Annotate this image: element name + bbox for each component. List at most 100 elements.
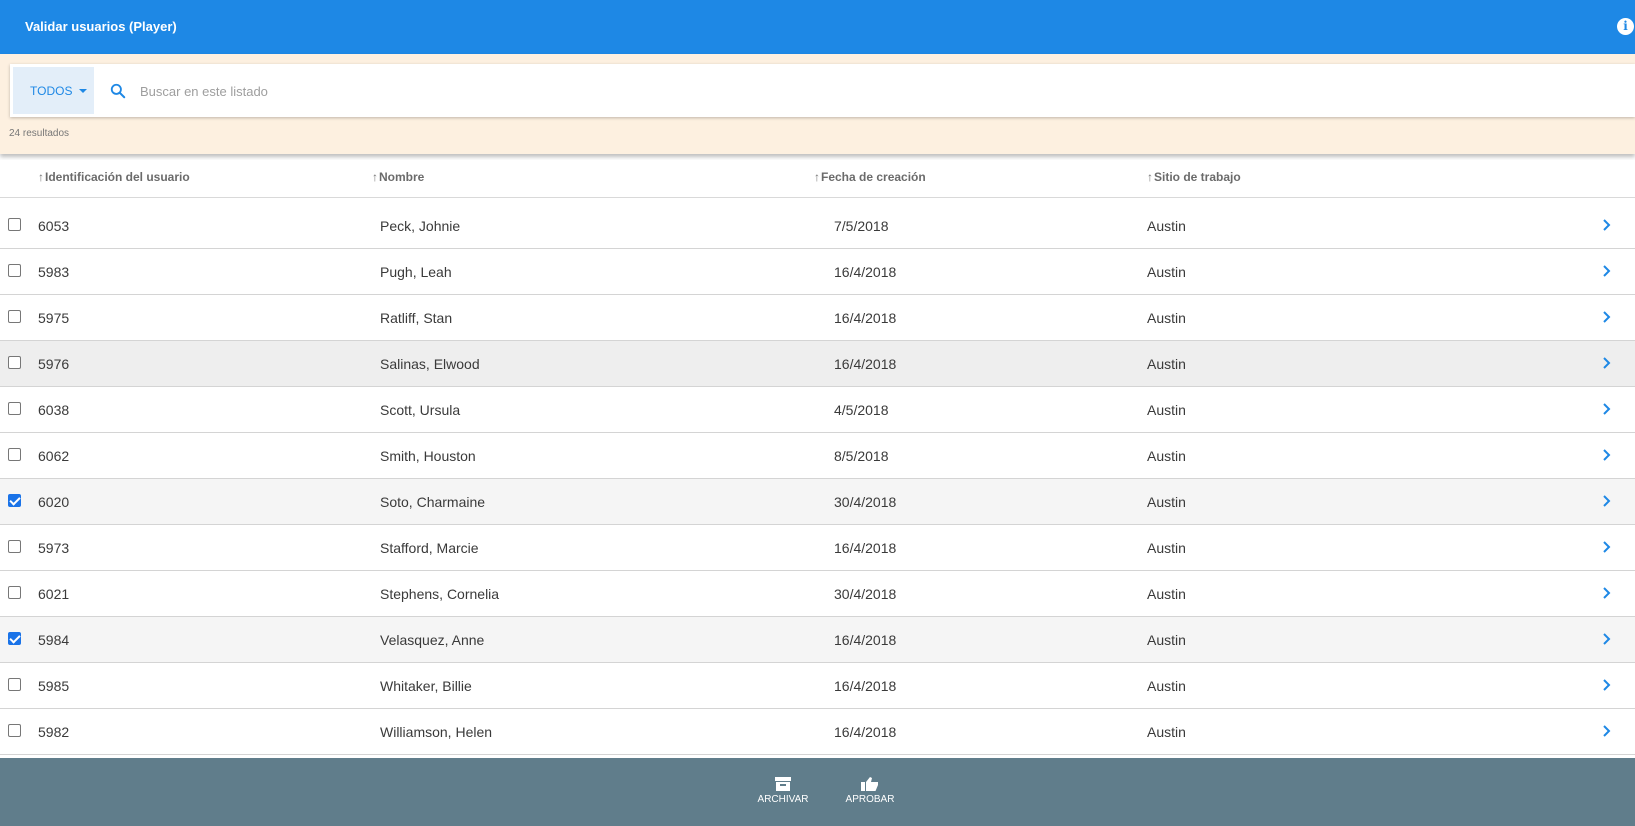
sort-arrow-icon: ↑ bbox=[814, 170, 820, 184]
cell-work-site: Austin bbox=[1147, 724, 1186, 740]
row-checkbox[interactable] bbox=[8, 494, 21, 507]
search-bar: TODOS bbox=[10, 64, 1635, 117]
cell-created-date: 4/5/2018 bbox=[834, 402, 889, 418]
row-checkbox[interactable] bbox=[8, 724, 21, 737]
cell-created-date: 7/5/2018 bbox=[834, 218, 889, 234]
row-checkbox[interactable] bbox=[8, 586, 21, 599]
table-row[interactable]: 5983 Pugh, Leah 16/4/2018 Austin bbox=[0, 249, 1635, 295]
sort-arrow-icon: ↑ bbox=[372, 170, 378, 184]
chevron-right-icon[interactable] bbox=[1600, 353, 1614, 373]
row-checkbox[interactable] bbox=[8, 678, 21, 691]
filter-dropdown-label: TODOS bbox=[30, 84, 73, 98]
cell-name: Salinas, Elwood bbox=[380, 356, 480, 372]
cell-name: Ratliff, Stan bbox=[380, 310, 453, 326]
chevron-right-icon[interactable] bbox=[1600, 445, 1614, 465]
table-row[interactable]: 5976 Salinas, Elwood 16/4/2018 Austin bbox=[0, 341, 1635, 387]
search-icon bbox=[110, 83, 126, 99]
cell-user-id: 5985 bbox=[38, 678, 70, 694]
cell-name: Pugh, Leah bbox=[380, 264, 452, 280]
column-header-label: Identificación del usuario bbox=[45, 170, 190, 184]
row-checkbox[interactable] bbox=[8, 218, 21, 231]
cell-user-id: 5982 bbox=[38, 724, 70, 740]
cell-name: Soto, Charmaine bbox=[380, 494, 486, 510]
chevron-right-icon[interactable] bbox=[1600, 583, 1614, 603]
cell-created-date: 16/4/2018 bbox=[834, 632, 897, 648]
cell-created-date: 16/4/2018 bbox=[834, 310, 897, 326]
table-row[interactable]: 6020 Soto, Charmaine 30/4/2018 Austin bbox=[0, 479, 1635, 525]
table-row[interactable]: 6021 Stephens, Cornelia 30/4/2018 Austin bbox=[0, 571, 1635, 617]
column-header-name[interactable]: ↑ Nombre bbox=[372, 170, 424, 184]
table-row[interactable]: 5973 Stafford, Marcie 16/4/2018 Austin bbox=[0, 525, 1635, 571]
cell-name: Peck, Johnie bbox=[380, 218, 461, 234]
chevron-right-icon[interactable] bbox=[1600, 537, 1614, 557]
row-checkbox[interactable] bbox=[8, 448, 21, 461]
results-count: 24 resultados bbox=[9, 128, 70, 139]
cell-created-date: 30/4/2018 bbox=[834, 586, 897, 602]
table-row[interactable]: 6062 Smith, Houston 8/5/2018 Austin bbox=[0, 433, 1635, 479]
cell-work-site: Austin bbox=[1147, 310, 1186, 326]
cell-user-id: 6020 bbox=[38, 494, 70, 510]
column-header-work-site[interactable]: ↑ Sitio de trabajo bbox=[1147, 170, 1241, 184]
cell-name: Velasquez, Anne bbox=[380, 632, 485, 648]
cell-work-site: Austin bbox=[1147, 494, 1186, 510]
chevron-right-icon[interactable] bbox=[1600, 491, 1614, 511]
cell-user-id: 6062 bbox=[38, 448, 70, 464]
table-row[interactable]: 5984 Velasquez, Anne 16/4/2018 Austin bbox=[0, 617, 1635, 663]
row-checkbox[interactable] bbox=[8, 310, 21, 323]
row-checkbox[interactable] bbox=[8, 632, 21, 645]
cell-created-date: 16/4/2018 bbox=[834, 678, 897, 694]
cell-user-id: 5975 bbox=[38, 310, 70, 326]
page-title: Validar usuarios (Player) bbox=[25, 19, 177, 34]
cell-work-site: Austin bbox=[1147, 264, 1186, 280]
column-header-label: Fecha de creación bbox=[821, 170, 926, 184]
cell-work-site: Austin bbox=[1147, 678, 1186, 694]
table-row[interactable]: 5982 Williamson, Helen 16/4/2018 Austin bbox=[0, 709, 1635, 755]
cell-work-site: Austin bbox=[1147, 356, 1186, 372]
row-checkbox[interactable] bbox=[8, 356, 21, 369]
app-bar: Validar usuarios (Player) i bbox=[0, 0, 1635, 54]
cell-created-date: 8/5/2018 bbox=[834, 448, 889, 464]
cell-work-site: Austin bbox=[1147, 448, 1186, 464]
info-icon[interactable]: i bbox=[1617, 18, 1634, 35]
filter-panel: TODOS 24 resultados bbox=[0, 54, 1635, 154]
cell-name: Stafford, Marcie bbox=[380, 540, 479, 556]
chevron-right-icon[interactable] bbox=[1600, 307, 1614, 327]
table-row[interactable]: 6053 Peck, Johnie 7/5/2018 Austin bbox=[0, 203, 1635, 249]
cell-name: Scott, Ursula bbox=[380, 402, 461, 418]
action-bar: ARCHIVAR APROBAR bbox=[0, 758, 1635, 826]
row-checkbox[interactable] bbox=[8, 540, 21, 553]
cell-created-date: 16/4/2018 bbox=[834, 540, 897, 556]
cell-name: Stephens, Cornelia bbox=[380, 586, 500, 602]
table-row[interactable]: 5975 Ratliff, Stan 16/4/2018 Austin bbox=[0, 295, 1635, 341]
chevron-right-icon[interactable] bbox=[1600, 629, 1614, 649]
filter-dropdown[interactable]: TODOS bbox=[13, 67, 94, 114]
row-checkbox[interactable] bbox=[8, 402, 21, 415]
cell-work-site: Austin bbox=[1147, 632, 1186, 648]
table-row[interactable]: 5985 Whitaker, Billie 16/4/2018 Austin bbox=[0, 663, 1635, 709]
archive-button[interactable]: ARCHIVAR bbox=[748, 776, 818, 805]
chevron-right-icon[interactable] bbox=[1600, 721, 1614, 741]
column-header-user-id[interactable]: ↑ Identificación del usuario bbox=[38, 170, 190, 184]
cell-work-site: Austin bbox=[1147, 402, 1186, 418]
chevron-right-icon[interactable] bbox=[1600, 261, 1614, 281]
cell-name: Smith, Houston bbox=[380, 448, 476, 464]
table-row[interactable]: 6038 Scott, Ursula 4/5/2018 Austin bbox=[0, 387, 1635, 433]
cell-work-site: Austin bbox=[1147, 540, 1186, 556]
row-checkbox[interactable] bbox=[8, 264, 21, 277]
sort-arrow-icon: ↑ bbox=[1147, 170, 1153, 184]
archive-label: ARCHIVAR bbox=[757, 794, 809, 805]
column-header-created-date[interactable]: ↑ Fecha de creación bbox=[814, 170, 926, 184]
column-header-label: Nombre bbox=[379, 170, 425, 184]
approve-button[interactable]: APROBAR bbox=[835, 776, 905, 805]
cell-user-id: 6038 bbox=[38, 402, 70, 418]
cell-user-id: 5973 bbox=[38, 540, 70, 556]
chevron-right-icon[interactable] bbox=[1600, 675, 1614, 695]
chevron-right-icon[interactable] bbox=[1600, 399, 1614, 419]
cell-user-id: 6021 bbox=[38, 586, 70, 602]
search-input[interactable] bbox=[140, 77, 740, 105]
cell-user-id: 5984 bbox=[38, 632, 70, 648]
cell-created-date: 16/4/2018 bbox=[834, 264, 897, 280]
cell-name: Williamson, Helen bbox=[380, 724, 493, 740]
chevron-right-icon[interactable] bbox=[1600, 215, 1614, 235]
thumbs-up-icon bbox=[861, 777, 878, 791]
